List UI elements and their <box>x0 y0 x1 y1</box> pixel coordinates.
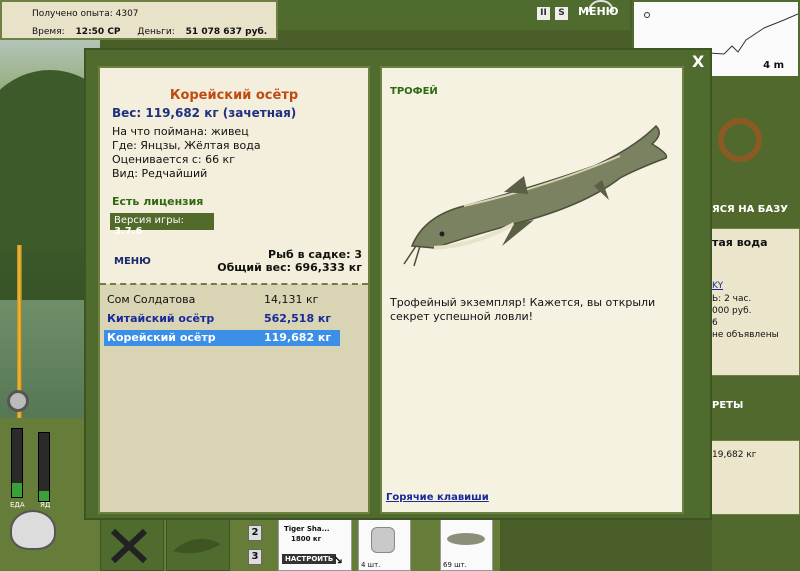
time-label: Время: <box>32 27 65 37</box>
info-line-1: Ь: 2 час. <box>712 294 752 304</box>
trophy-card: ТРОФЕЙ Трофейный экземпляр! Кажется, вы … <box>380 66 684 514</box>
fishing-reel[interactable] <box>7 390 29 412</box>
location-name: тая вода <box>712 236 768 249</box>
version-label: Версия игры: <box>114 215 184 226</box>
sound-button[interactable]: S <box>555 7 568 20</box>
game-version: Версия игры: 3.7.6 <box>110 213 214 237</box>
catch-fish-name: Китайский осётр <box>107 312 215 325</box>
pause-button[interactable]: II <box>537 7 550 20</box>
version-value: 3.7.6 <box>114 226 143 237</box>
license-status: Есть лицензия <box>112 195 204 208</box>
bait1-count: 4 шт. <box>361 561 381 569</box>
lure-weight: 1800 кг <box>291 535 322 543</box>
catch-fish-weight: 562,518 кг <box>264 312 332 325</box>
depth-readout: 4 m <box>763 60 784 71</box>
catch-fish-weight: 14,131 кг <box>264 293 319 306</box>
food-gauge <box>11 428 23 498</box>
arrow-down-right-icon: ↘ <box>333 553 344 567</box>
close-icon[interactable]: X <box>692 52 704 71</box>
info-line-2: 000 руб. <box>712 306 752 316</box>
time-value: 12:50 СР <box>75 27 121 37</box>
sturgeon-image <box>403 124 668 267</box>
trophy-dialog: X Корейский осётр Вес: 119,682 кг (зачет… <box>84 48 712 520</box>
info-line-3: 6 <box>712 318 718 328</box>
money-value: 51 078 637 руб. <box>185 27 268 37</box>
food-bowl-icon[interactable] <box>10 510 56 550</box>
bait2-count: 69 шт. <box>443 561 467 569</box>
fish-in-cage: Рыб в садке: 3 <box>268 248 362 261</box>
catch-fish-name: Корейский осётр <box>107 331 216 344</box>
baitfish-icon <box>447 533 485 545</box>
info-line-4: не объявлены <box>712 330 779 340</box>
setup-button[interactable]: НАСТРОИТЬ <box>282 554 337 564</box>
species-rarity: Вид: Редчайший <box>112 167 208 180</box>
lure-name: Tiger Sha... <box>284 525 330 533</box>
rated-from: Оценивается с: 66 кг <box>112 153 235 166</box>
dialog-menu-link[interactable]: МЕНЮ <box>114 256 151 267</box>
money-label: Деньги: <box>137 27 175 37</box>
catch-row[interactable]: Сом Солдатова 14,131 кг <box>104 292 340 308</box>
trophy-message: Трофейный экземпляр! Кажется, вы открыли… <box>390 296 656 323</box>
secrets-heading[interactable]: РЕТЫ <box>712 400 743 411</box>
slot-number-2[interactable]: 2 <box>248 525 262 541</box>
ship-wheel-icon[interactable] <box>712 102 768 186</box>
spoon-lure-icon <box>371 527 395 553</box>
cage-summary: Рыб в садке: 3 Общий вес: 696,333 кг <box>217 248 362 274</box>
dashed-divider <box>100 283 368 285</box>
status-bar: Получено опыта: 4307 Время: 12:50 СР Ден… <box>0 0 278 40</box>
fish-weight: Вес: 119,682 кг (зачетная) <box>112 106 297 120</box>
poison-label: ЯД <box>40 501 51 509</box>
food-gauge-fill <box>12 483 22 497</box>
location-link[interactable]: KY <box>712 281 723 291</box>
catch-row[interactable]: Корейский осётр 119,682 кг <box>104 330 340 346</box>
go-to-base-heading[interactable]: ЯСЯ НА БАЗУ <box>712 204 788 215</box>
fish-info-card: Корейский осётр Вес: 119,682 кг (зачетна… <box>98 66 370 514</box>
poison-gauge-fill <box>39 490 49 501</box>
fish-name-title: Корейский осётр <box>169 88 299 103</box>
total-weight: Общий вес: 696,333 кг <box>217 261 362 274</box>
bait-slot-2[interactable]: 69 шт. <box>440 518 493 571</box>
hotkeys-link[interactable]: Горячие клавиши <box>386 492 489 503</box>
main-menu-button[interactable]: МЕНЮ <box>578 5 619 18</box>
catch-fish-name: Сом Солдатова <box>107 293 196 306</box>
catch-row[interactable]: Китайский осётр 562,518 кг <box>104 311 340 327</box>
catch-fish-weight: 119,682 кг <box>264 331 332 344</box>
food-label: ЕДА <box>10 501 25 509</box>
slot-number-3[interactable]: 3 <box>248 549 262 565</box>
experience-value: 4307 <box>115 9 139 19</box>
bait-slot-1[interactable]: 4 шт. <box>358 518 411 571</box>
record-weight: 19,682 кг <box>712 450 757 460</box>
experience-label: Получено опыта: <box>32 9 113 19</box>
catch-location: Где: Янцзы, Жёлтая вода <box>112 139 261 152</box>
poison-gauge <box>38 432 50 502</box>
caught-on: На что поймана: живец <box>112 125 249 138</box>
